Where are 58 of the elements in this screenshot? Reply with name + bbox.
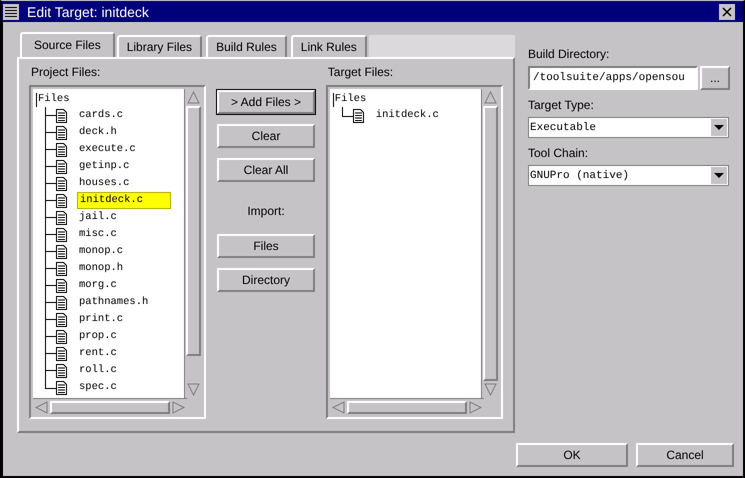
build-directory-field[interactable]: /toolsuite/apps/opensou [528,66,698,90]
file-item[interactable]: misc.c [77,227,119,242]
scrollbar-thumb[interactable] [186,106,202,356]
down-arrow-icon[interactable] [186,382,202,397]
left-arrow-icon[interactable] [330,400,346,414]
right-arrow-icon[interactable] [468,400,483,414]
close-icon[interactable] [719,4,735,20]
target-type-dropdown[interactable]: Executable [528,117,729,138]
file-item[interactable]: jail.c [77,210,119,225]
file-item[interactable]: spec.c [77,380,119,395]
window-title: Edit Target: initdeck [27,4,150,20]
file-item[interactable]: roll.c [77,363,119,378]
scrollbar-thumb[interactable] [50,400,170,414]
file-item[interactable]: print.c [77,312,126,327]
file-item[interactable]: pathnames.h [77,295,150,310]
file-item[interactable]: rent.c [77,346,119,361]
file-item[interactable]: houses.c [77,176,132,191]
file-item[interactable]: getinp.c [77,159,132,174]
up-arrow-icon[interactable] [483,90,498,105]
file-item[interactable]: prop.c [77,329,119,344]
tab[interactable]: Build Rules [206,35,287,57]
file-item[interactable]: execute.c [77,142,138,157]
file-item[interactable]: cards.c [77,108,126,123]
vertical-scrollbar[interactable] [184,89,202,398]
import-label: Import: [247,204,285,218]
scrollbar-thumb[interactable] [346,400,467,414]
tab[interactable]: Library Files [116,35,202,57]
scrollbar-thumb[interactable] [483,106,498,381]
tab[interactable]: Link Rules [290,35,367,57]
file-item[interactable]: initdeck.c [77,192,171,209]
build-directory-label: Build Directory: [528,47,610,63]
menu-icon[interactable] [3,4,19,20]
right-arrow-icon[interactable] [171,400,186,414]
tab[interactable]: Source Files [20,32,115,57]
action-button[interactable]: Clear [217,124,315,148]
import-button[interactable]: Directory [217,268,315,292]
action-button[interactable]: > Add Files > [217,90,315,114]
tool-chain-label: Tool Chain: [528,146,590,162]
left-arrow-icon[interactable] [34,400,49,414]
file-item[interactable]: monop.c [77,244,126,259]
dialog-button[interactable]: Cancel [636,443,734,467]
import-button[interactable]: Files [217,234,315,258]
target-files-label: Target Files: [328,65,394,81]
dialog-button[interactable]: OK [516,443,628,467]
horizontal-scrollbar[interactable] [33,398,187,415]
action-button[interactable]: Clear All [217,158,315,182]
up-arrow-icon[interactable] [186,90,202,105]
file-item[interactable]: initdeck.c [374,108,441,123]
file-item[interactable]: monop.h [77,261,126,276]
file-item[interactable]: deck.h [77,125,119,140]
horizontal-scrollbar[interactable] [330,398,484,415]
target-type-label: Target Type: [528,98,595,114]
tool-chain-dropdown[interactable]: GNUPro (native) [528,165,729,186]
project-files-label: Project Files: [31,65,102,81]
file-item[interactable]: morg.c [77,278,119,293]
browse-button[interactable]: ... [700,66,730,90]
down-arrow-icon[interactable] [483,382,498,397]
vertical-scrollbar[interactable] [481,89,499,398]
